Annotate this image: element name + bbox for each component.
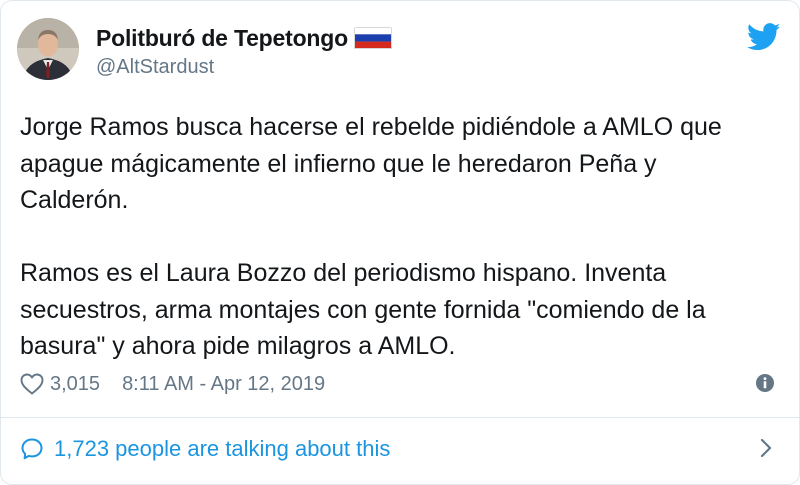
chevron-right-icon[interactable] — [759, 437, 773, 459]
heart-icon[interactable] — [20, 373, 44, 395]
russia-flag-icon — [353, 27, 392, 49]
conversation-link[interactable]: 1,723 people are talking about this — [20, 434, 780, 464]
talking-count-label: 1,723 people are talking about this — [54, 436, 391, 461]
like-count[interactable]: 3,015 — [50, 373, 100, 396]
author-name-row: Politburó de Tepetongo — [96, 23, 392, 53]
avatar[interactable] — [17, 18, 79, 80]
twitter-bird-icon[interactable] — [746, 23, 781, 51]
display-name[interactable]: Politburó de Tepetongo — [96, 25, 348, 52]
divider — [1, 417, 800, 418]
tweet-text: Jorge Ramos busca hacerse el rebelde pid… — [20, 113, 722, 360]
speech-bubble-icon — [20, 437, 44, 461]
tweet-card: Politburó de Tepetongo @AltStardust Jorg… — [0, 0, 800, 485]
timestamp[interactable]: 8:11 AM - Apr 12, 2019 — [122, 373, 325, 396]
info-icon[interactable] — [755, 373, 775, 393]
user-handle[interactable]: @AltStardust — [96, 56, 214, 79]
tweet-meta-row: 3,015 8:11 AM - Apr 12, 2019 — [20, 369, 780, 399]
